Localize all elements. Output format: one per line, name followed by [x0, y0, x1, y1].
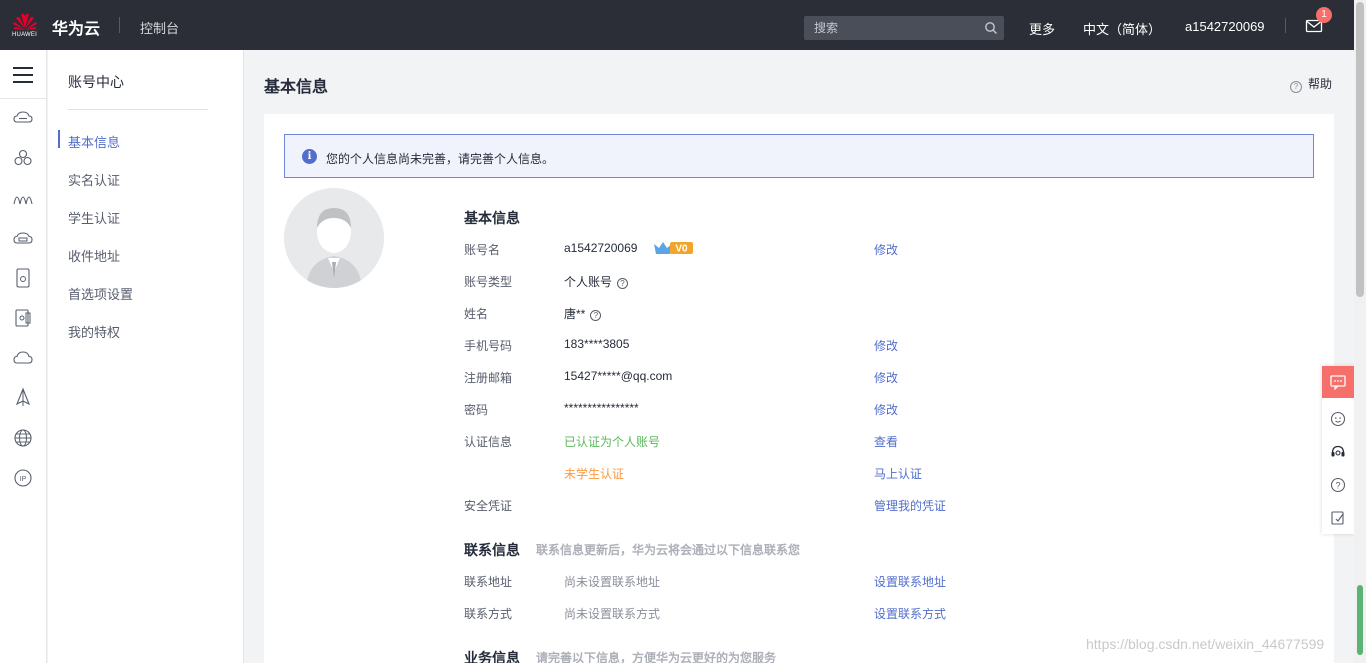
- brand-name[interactable]: 华为云: [52, 15, 100, 39]
- ip-icon[interactable]: IP: [12, 467, 34, 489]
- help-label: 帮助: [1308, 77, 1333, 91]
- help-link[interactable]: ? 帮助: [1290, 75, 1332, 93]
- page-title: 基本信息: [264, 79, 329, 96]
- edit-password-link[interactable]: 修改: [874, 401, 898, 418]
- business-info-heading: 业务信息: [464, 650, 520, 663]
- account-name-value: a1542720069: [564, 241, 638, 255]
- verification-label: 认证信息: [464, 435, 513, 449]
- name-text: 唐**: [564, 307, 586, 321]
- edit-account-name-link[interactable]: 修改: [874, 241, 898, 258]
- menu-icon[interactable]: [13, 67, 33, 83]
- subnav-divider: [68, 109, 208, 110]
- headset-icon[interactable]: [1330, 444, 1346, 460]
- subnav-item-basic-info[interactable]: 基本信息: [68, 132, 120, 151]
- cloud-icon[interactable]: [12, 347, 34, 369]
- icon-rail: IP: [0, 50, 47, 663]
- logo-text: HUAWEI: [12, 32, 37, 38]
- subnav-item-real-name[interactable]: 实名认证: [68, 170, 120, 189]
- scroll-indicator: [1357, 585, 1363, 655]
- account-type-value: 个人账号?: [564, 273, 629, 290]
- cloud-server-icon[interactable]: [12, 107, 34, 129]
- search-box: [804, 16, 1004, 40]
- info-card: i 您的个人信息尚未完善，请完善个人信息。 基本信息 账号名 a15427200…: [264, 114, 1334, 663]
- vip-level-text: V0: [675, 244, 688, 255]
- manage-credentials-link[interactable]: 管理我的凭证: [874, 497, 946, 514]
- edit-email-link[interactable]: 修改: [874, 369, 898, 386]
- topbar-divider: [119, 17, 120, 33]
- edit-note-icon[interactable]: [1330, 510, 1346, 526]
- password-value: ****************: [564, 401, 639, 415]
- contact-address-label: 联系地址: [464, 575, 513, 589]
- account-name-label: 账号名: [464, 243, 501, 257]
- contact-method-label: 联系方式: [464, 607, 513, 621]
- phone-value: 183****3805: [564, 337, 630, 351]
- nav-divider: [1285, 18, 1286, 33]
- subnav-item-privileges[interactable]: 我的特权: [68, 322, 120, 341]
- deploy-icon[interactable]: [12, 387, 34, 409]
- svg-text:?: ?: [1335, 481, 1340, 491]
- cloud-cluster-icon[interactable]: [12, 147, 34, 169]
- help-icon: ?: [1290, 81, 1302, 93]
- database-icon[interactable]: [12, 307, 34, 329]
- user-menu[interactable]: a1542720069: [1185, 19, 1265, 34]
- contact-address-value: 尚未设置联系地址: [564, 575, 661, 589]
- more-menu[interactable]: 更多: [1029, 19, 1055, 38]
- question-icon[interactable]: ?: [617, 278, 629, 289]
- subnav-title: 账号中心: [68, 74, 124, 90]
- name-label: 姓名: [464, 307, 489, 321]
- network-icon[interactable]: [12, 187, 34, 209]
- page-scrollbar[interactable]: [1354, 0, 1366, 663]
- view-verification-link[interactable]: 查看: [874, 433, 898, 450]
- storage-icon[interactable]: [12, 267, 34, 289]
- contact-info-heading: 联系信息: [464, 542, 520, 558]
- phone-label: 手机号码: [464, 339, 513, 353]
- incomplete-info-alert: i 您的个人信息尚未完善，请完善个人信息。: [284, 134, 1314, 178]
- language-switcher[interactable]: 中文（简体）: [1083, 19, 1161, 38]
- avatar-person-icon: [284, 188, 384, 288]
- question-icon[interactable]: ?: [1330, 477, 1346, 493]
- subnav-item-student[interactable]: 学生认证: [68, 208, 120, 227]
- chat-icon: [1330, 375, 1346, 390]
- account-type-label: 账号类型: [464, 275, 513, 289]
- basic-info-heading: 基本信息: [464, 210, 520, 226]
- account-center-nav: 账号中心 基本信息 实名认证 学生认证 收件地址 首选项设置 我的特权: [48, 50, 244, 663]
- email-label: 注册邮箱: [464, 371, 513, 385]
- name-value: 唐**?: [564, 305, 602, 322]
- student-status: 未学生认证: [564, 467, 625, 481]
- active-marker: [58, 130, 60, 148]
- subnav-item-address[interactable]: 收件地址: [68, 246, 120, 265]
- alert-text: 您的个人信息尚未完善，请完善个人信息。: [326, 152, 555, 166]
- info-icon: i: [302, 149, 317, 164]
- account-type-text: 个人账号: [564, 275, 613, 289]
- chat-button[interactable]: [1322, 366, 1354, 398]
- set-address-link[interactable]: 设置联系地址: [874, 573, 946, 590]
- edit-phone-link[interactable]: 修改: [874, 337, 898, 354]
- verification-status: 已认证为个人账号: [564, 435, 661, 449]
- floating-toolbar: ?: [1322, 366, 1354, 534]
- business-info-subtitle: 请完善以下信息，方便华为云更好的为您服务: [536, 651, 777, 663]
- set-contact-method-link[interactable]: 设置联系方式: [874, 605, 946, 622]
- rail-separator: [0, 98, 47, 99]
- contact-method-value: 尚未设置联系方式: [564, 607, 661, 621]
- subnav-item-preferences[interactable]: 首选项设置: [68, 284, 133, 303]
- disk-icon[interactable]: [12, 227, 34, 249]
- student-verify-link[interactable]: 马上认证: [874, 465, 922, 482]
- svg-text:IP: IP: [20, 476, 27, 483]
- email-value: 15427*****@qq.com: [564, 369, 673, 383]
- scrollbar-thumb[interactable]: [1356, 2, 1364, 297]
- search-input[interactable]: [804, 16, 980, 40]
- question-icon[interactable]: ?: [590, 310, 602, 321]
- top-bar: HUAWEI 华为云 控制台 更多 中文（简体） a1542720069 1: [0, 0, 1354, 50]
- search-icon[interactable]: [984, 21, 998, 35]
- console-link[interactable]: 控制台: [140, 18, 179, 37]
- vip-level-badge[interactable]: V0: [653, 240, 695, 256]
- contact-info-subtitle: 联系信息更新后，华为云将会通过以下信息联系您: [536, 543, 801, 557]
- globe-icon[interactable]: [12, 427, 34, 449]
- credentials-label: 安全凭证: [464, 499, 513, 513]
- watermark: https://blog.csdn.net/weixin_44677599: [1086, 636, 1325, 652]
- avatar[interactable]: [284, 188, 384, 288]
- password-label: 密码: [464, 403, 489, 417]
- feedback-face-icon[interactable]: [1330, 411, 1346, 427]
- mail-badge: 1: [1316, 7, 1332, 23]
